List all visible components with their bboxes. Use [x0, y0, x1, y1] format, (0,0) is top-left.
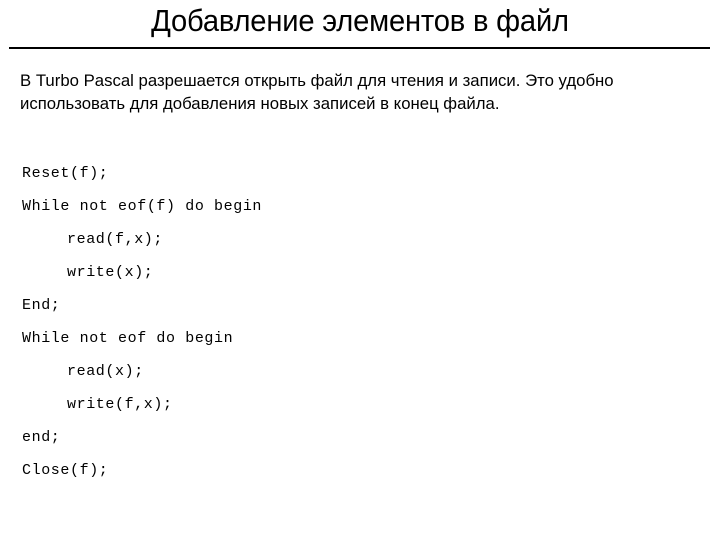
code-block: Reset(f); While not eof(f) do begin read… [22, 157, 682, 487]
slide: Добавление элементов в файл В Turbo Pasc… [0, 0, 720, 540]
code-line: While not eof(f) do begin [22, 198, 263, 215]
code-line: read(x); [67, 363, 144, 380]
code-line: end; [22, 429, 61, 446]
code-line: write(f,x); [67, 396, 173, 413]
title-divider [9, 47, 710, 49]
body-paragraph: В Turbo Pascal разрешается открыть файл … [20, 71, 614, 113]
code-line: Close(f); [22, 462, 109, 479]
code-line: write(x); [67, 264, 154, 281]
code-line: End; [22, 297, 61, 314]
code-line: Reset(f); [22, 165, 109, 182]
code-line: While not eof do begin [22, 330, 234, 347]
code-line: read(f,x); [67, 231, 164, 248]
page-title: Добавление элементов в файл [151, 3, 569, 38]
title-block: Добавление элементов в файл [0, 2, 720, 40]
